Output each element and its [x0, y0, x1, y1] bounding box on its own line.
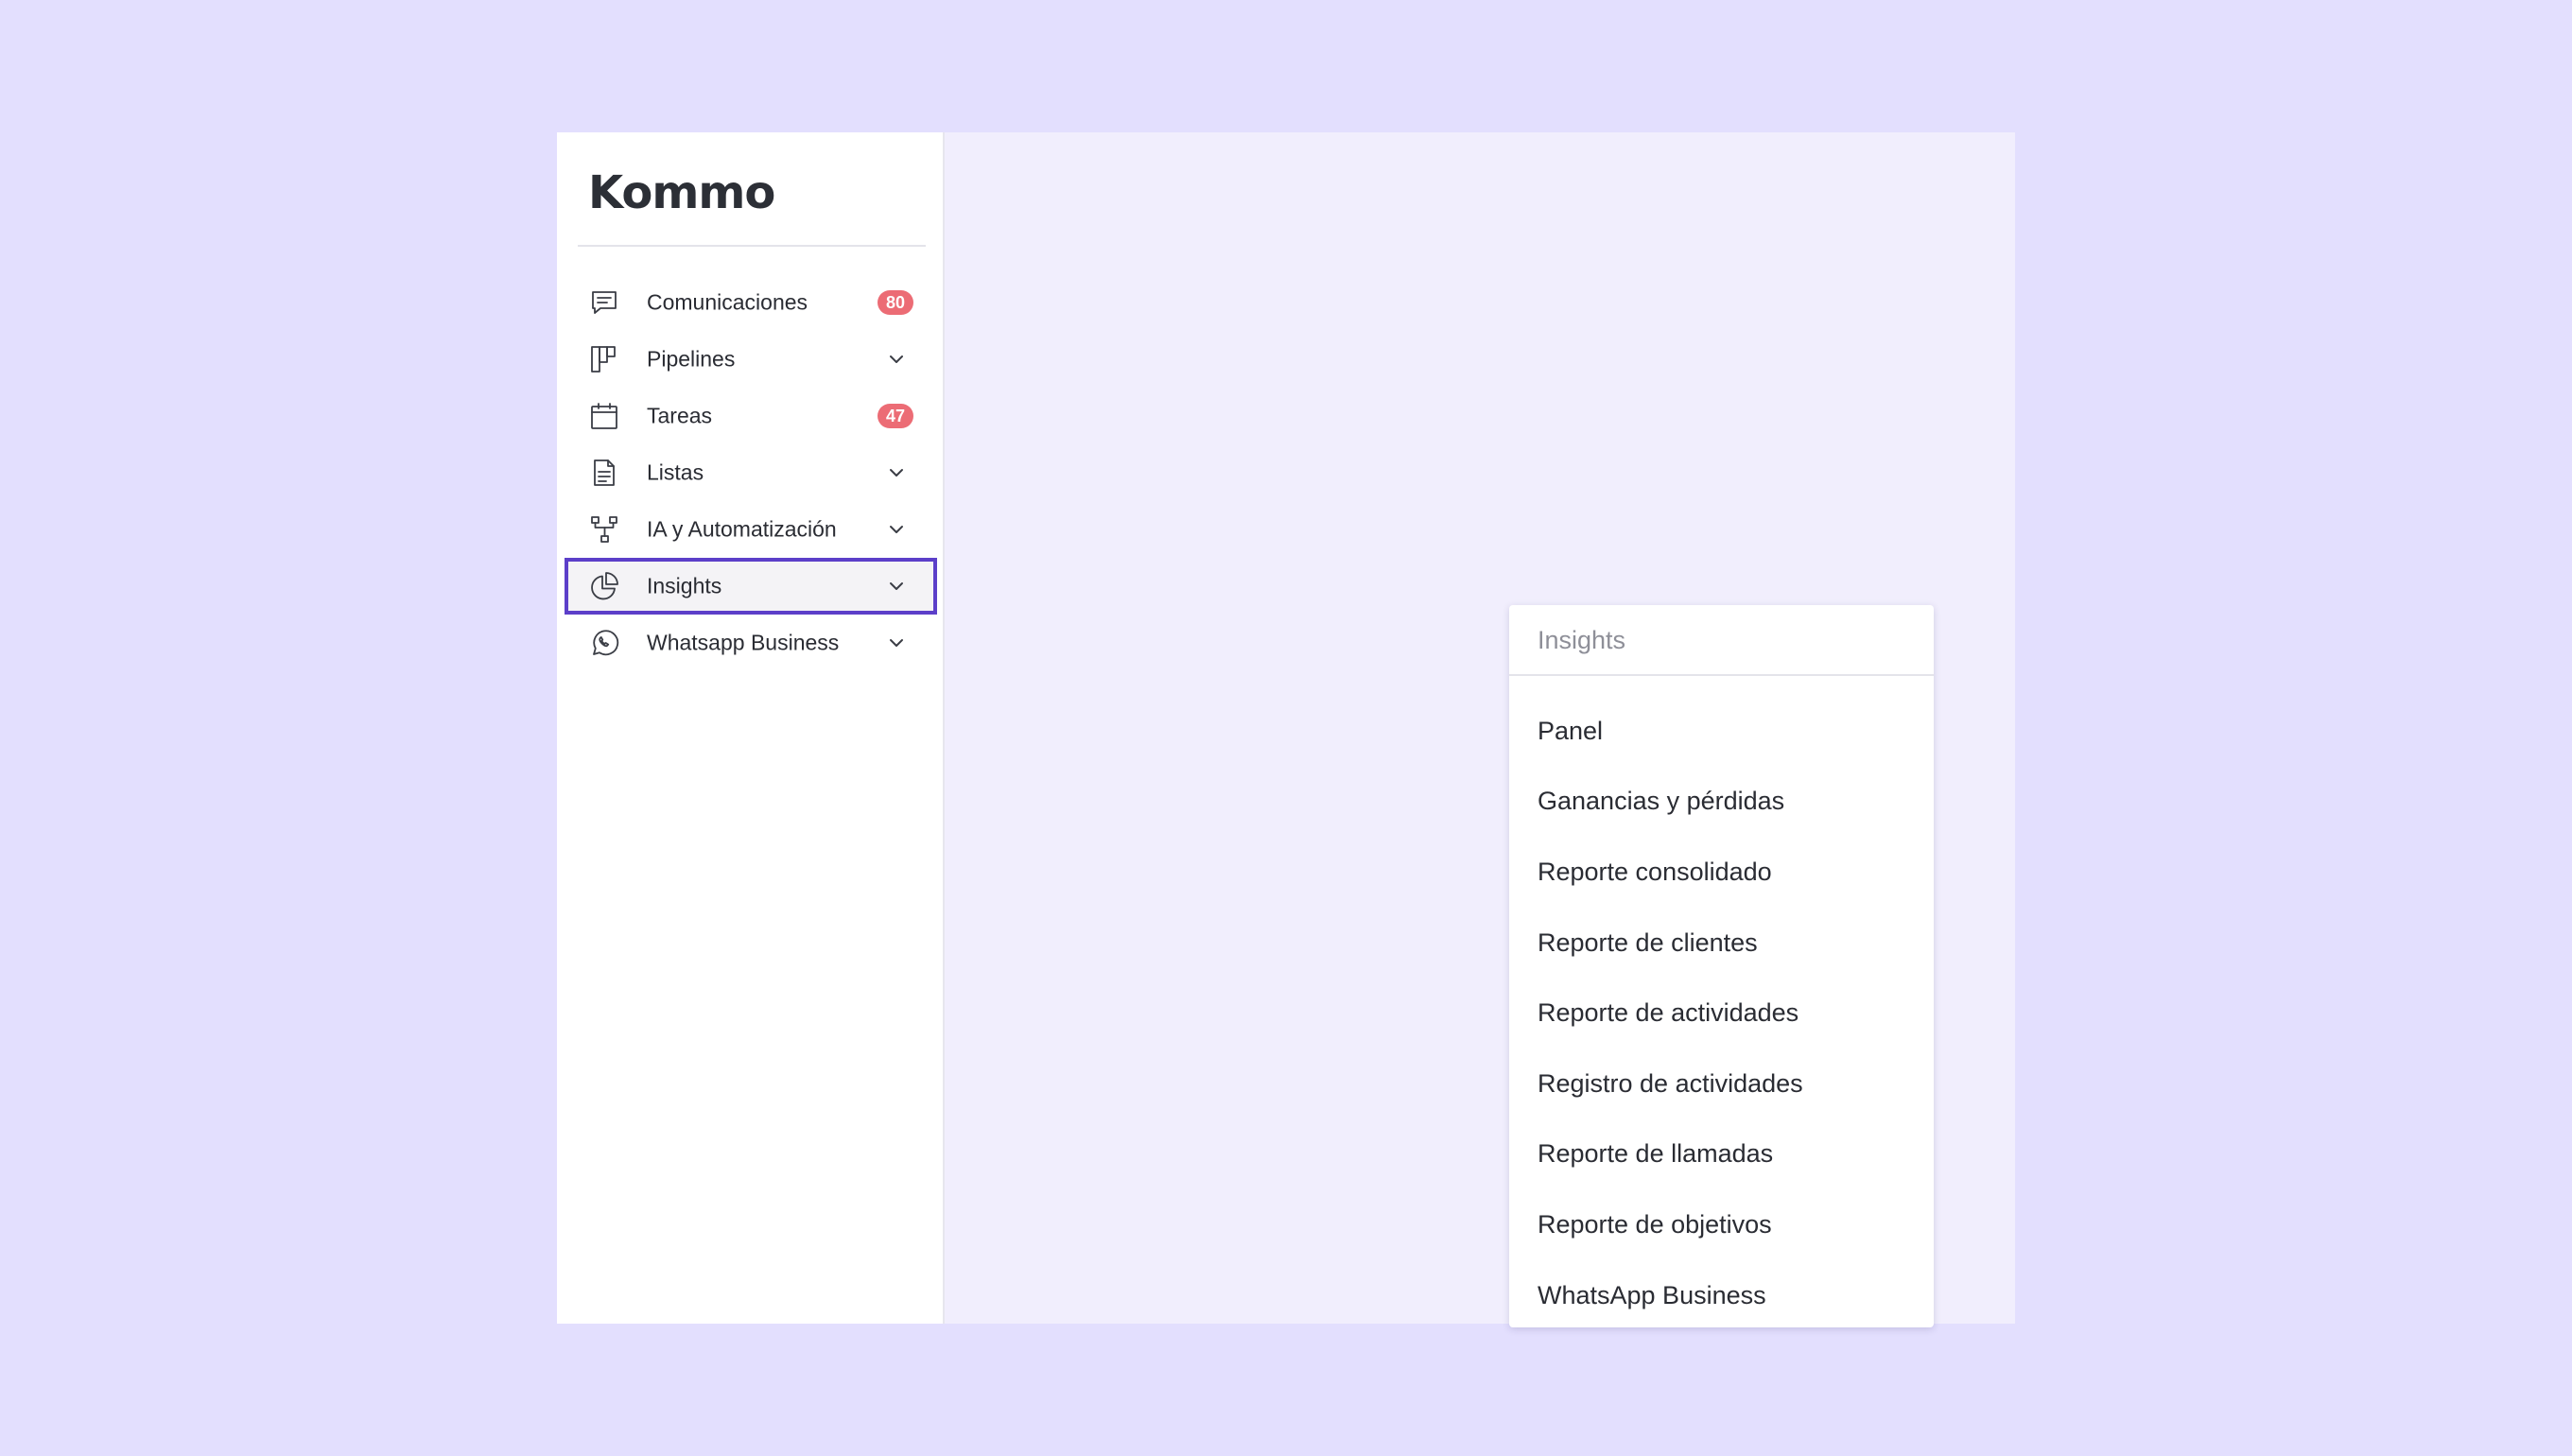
calendar-icon: [589, 401, 619, 431]
document-icon: [589, 458, 619, 488]
submenu-item-reporte-llamadas[interactable]: Reporte de llamadas: [1509, 1119, 1934, 1190]
whatsapp-icon: [589, 628, 619, 658]
submenu-item-reporte-objetivos[interactable]: Reporte de objetivos: [1509, 1189, 1934, 1260]
sidebar-item-label: Pipelines: [647, 346, 736, 372]
submenu-divider: [1509, 674, 1934, 676]
sidebar-item-label: Listas: [647, 459, 704, 485]
submenu-item-registro-actividades[interactable]: Registro de actividades: [1509, 1049, 1934, 1119]
submenu-item-reporte-actividades[interactable]: Reporte de actividades: [1509, 978, 1934, 1049]
sidebar-item-label: Comunicaciones: [647, 289, 808, 315]
chevron-down-icon[interactable]: [886, 576, 907, 597]
submenu-item-whatsapp-business[interactable]: WhatsApp Business: [1509, 1260, 1934, 1331]
sidebar-item-comunicaciones[interactable]: Comunicaciones 80: [565, 274, 937, 331]
logo-divider: [578, 245, 926, 247]
sidebar-item-whatsapp-business[interactable]: Whatsapp Business: [565, 615, 937, 671]
sidebar-item-label: IA y Automatización: [647, 516, 837, 542]
sidebar-item-insights[interactable]: Insights: [565, 558, 937, 615]
sidebar-item-label: Whatsapp Business: [647, 630, 840, 655]
sidebar-item-tareas[interactable]: Tareas 47: [565, 388, 937, 444]
sidebar: Kommo Comunicaciones 80 Pipelines Tareas…: [557, 132, 945, 1324]
chevron-down-icon[interactable]: [886, 349, 907, 370]
submenu-item-reporte-consolidado[interactable]: Reporte consolidado: [1509, 837, 1934, 908]
sidebar-item-label: Tareas: [647, 403, 713, 428]
sidebar-item-label: Insights: [647, 573, 722, 598]
unread-count-badge: 80: [878, 290, 913, 315]
chevron-down-icon[interactable]: [886, 462, 907, 483]
submenu-item-panel[interactable]: Panel: [1509, 696, 1934, 767]
submenu-item-reporte-clientes[interactable]: Reporte de clientes: [1509, 908, 1934, 979]
submenu-title: Insights: [1538, 626, 1626, 654]
pie-chart-icon: [589, 571, 619, 601]
sidebar-item-pipelines[interactable]: Pipelines: [565, 331, 937, 388]
submenu-item-ganancias-perdidas[interactable]: Ganancias y pérdidas: [1509, 767, 1934, 838]
insights-submenu: Insights Panel Ganancias y pérdidas Repo…: [1509, 605, 1934, 1327]
pipelines-icon: [589, 344, 619, 374]
sidebar-nav: Comunicaciones 80 Pipelines Tareas 47 Li…: [565, 274, 937, 671]
automation-icon: [589, 514, 619, 545]
kommo-logo[interactable]: Kommo: [588, 166, 775, 219]
sidebar-item-ia-automatizacion[interactable]: IA y Automatización: [565, 501, 937, 558]
task-count-badge: 47: [878, 404, 913, 428]
sidebar-item-listas[interactable]: Listas: [565, 444, 937, 501]
chevron-down-icon[interactable]: [886, 519, 907, 540]
chevron-down-icon[interactable]: [886, 633, 907, 653]
logo-text: Kommo: [588, 166, 775, 219]
app-window: Kommo Comunicaciones 80 Pipelines Tareas…: [557, 132, 2015, 1327]
submenu-list: Panel Ganancias y pérdidas Reporte conso…: [1509, 696, 1934, 1330]
chat-icon: [589, 287, 619, 318]
